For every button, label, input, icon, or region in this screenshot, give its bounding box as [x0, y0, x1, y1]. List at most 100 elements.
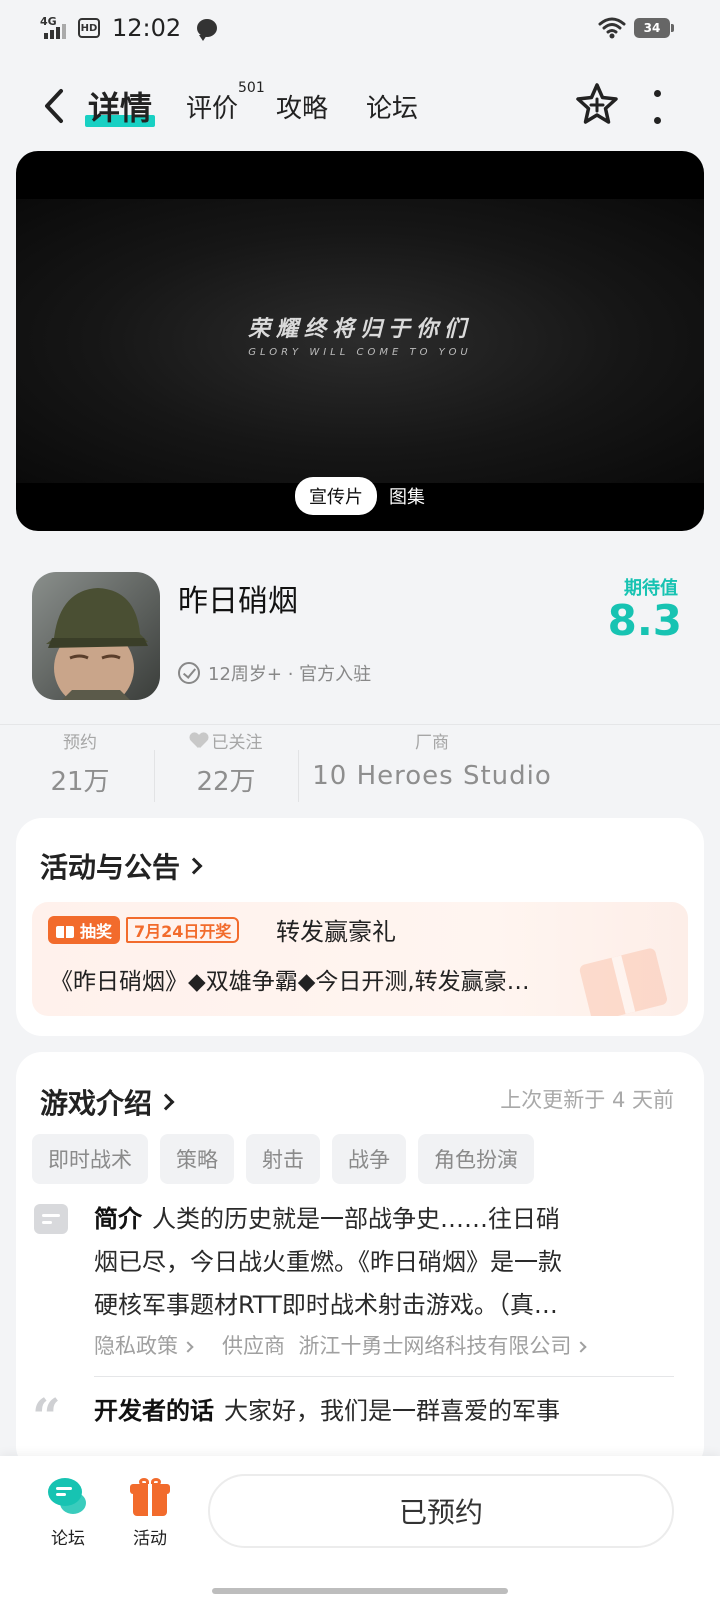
- video-slogan: 荣耀终将归于你们: [247, 317, 472, 342]
- status-left: 4G HD 12:02: [40, 14, 218, 42]
- announcement-headline: 转发赢豪礼: [276, 918, 396, 946]
- bottom-action-bar: 论坛 活动 已预约: [0, 1456, 720, 1600]
- info-links: 隐私政策 供应商 浙江十勇士网络科技有限公司: [94, 1330, 588, 1360]
- activity-button[interactable]: 活动: [120, 1478, 180, 1549]
- tag-chip[interactable]: 角色扮演: [418, 1134, 534, 1184]
- tab-guides[interactable]: 攻略: [276, 88, 328, 125]
- app-meta: 12周岁+ · 官方入驻: [178, 660, 371, 686]
- divider: [94, 1376, 674, 1377]
- lottery-badge: 抽奖 7月24日开奖: [48, 916, 240, 944]
- gift-decoration-icon: [574, 928, 669, 1016]
- tag-chip[interactable]: 战争: [332, 1134, 406, 1184]
- gift-icon: [130, 1478, 170, 1516]
- more-options-button[interactable]: [650, 90, 664, 124]
- video-slogan-en: GLORY WILL COME TO YOU: [248, 347, 472, 358]
- wifi-icon: [598, 17, 626, 39]
- chevron-right-icon: [575, 1341, 588, 1353]
- stat-follow: 已关注 22万: [176, 728, 276, 798]
- stat-vendor-label: 厂商: [415, 733, 449, 753]
- message-icon: [197, 19, 218, 41]
- developer-words-text: 大家好，我们是一群喜爱的军事: [224, 1397, 560, 1425]
- privacy-policy-link[interactable]: 隐私政策: [94, 1330, 194, 1360]
- intro-summary[interactable]: 简介 人类的历史就是一部战争史……往日硝 烟已尽，今日战火重燃。《昨日硝烟》是一款…: [94, 1198, 666, 1327]
- stat-follow-label-text: 已关注: [211, 733, 263, 753]
- app-meta-text: 12周岁+ · 官方入驻: [208, 664, 372, 685]
- tag-chip[interactable]: 策略: [160, 1134, 234, 1184]
- verified-icon: [178, 662, 200, 684]
- supplier-link[interactable]: 供应商 浙江十勇士网络科技有限公司: [222, 1330, 588, 1360]
- stat-vendor[interactable]: 厂商 10 Heroes Studio: [312, 728, 552, 791]
- battery-icon: 34: [634, 18, 674, 38]
- announcement-item[interactable]: 抽奖 7月24日开奖 转发赢豪礼 《昨日硝烟》◆双雄争霸◆今日开测,转发赢豪…: [32, 902, 688, 1016]
- top-nav: 详情 评价 501 攻略 论坛: [0, 70, 720, 142]
- supplier-label: 供应商: [222, 1334, 285, 1358]
- app-info: 昨日硝烟 12周岁+ · 官方入驻 期待值 8.3: [0, 556, 720, 706]
- summary-line: 人类的历史就是一部战争史……往日硝: [152, 1205, 560, 1233]
- activity-label: 活动: [133, 1529, 167, 1549]
- app-name: 昨日硝烟: [178, 584, 298, 619]
- stat-divider: [298, 750, 299, 802]
- summary-line: 烟已尽，今日战火重燃。《昨日硝烟》是一款: [94, 1248, 562, 1276]
- stat-follow-label: 已关注: [176, 728, 276, 753]
- intro-title[interactable]: 游戏介绍: [40, 1082, 175, 1122]
- reserved-button[interactable]: 已预约: [208, 1474, 674, 1548]
- developer-words-label: 开发者的话: [94, 1397, 214, 1425]
- stat-reserve-label: 预约: [63, 733, 97, 753]
- tab-guides-label: 攻略: [276, 94, 329, 124]
- quote-icon: “: [32, 1387, 61, 1446]
- tab-reviews[interactable]: 评价: [186, 88, 238, 125]
- home-indicator[interactable]: [212, 1588, 508, 1594]
- forum-button[interactable]: 论坛: [38, 1478, 98, 1549]
- favorite-button[interactable]: [574, 82, 622, 130]
- signal-icon: 4G: [40, 15, 70, 41]
- summary-line: 硬核军事题材RTT即时战术射击游戏。（真…: [94, 1291, 558, 1319]
- summary-label: 简介: [94, 1205, 142, 1233]
- status-bar: 4G HD 12:02 34: [0, 0, 720, 60]
- clock: 12:02: [112, 14, 182, 42]
- supplier-name: 浙江十勇士网络科技有限公司: [298, 1334, 572, 1358]
- media-tab-trailer[interactable]: 宣传片: [295, 477, 377, 515]
- stat-follow-value: 22万: [196, 767, 256, 797]
- tab-details-label: 详情: [88, 89, 153, 127]
- status-right: 34: [598, 17, 674, 39]
- chevron-right-icon: [185, 857, 203, 875]
- tag-chip[interactable]: 即时战术: [32, 1134, 148, 1184]
- media-tab-gallery[interactable]: 图集: [389, 483, 425, 509]
- stat-reserve-value: 21万: [50, 767, 110, 797]
- chevron-right-icon: [157, 1093, 175, 1111]
- stat-divider: [154, 750, 155, 802]
- chevron-right-icon: [182, 1341, 194, 1353]
- developer-words[interactable]: 开发者的话 大家好，我们是一群喜爱的军事: [94, 1390, 560, 1433]
- hero-video[interactable]: 荣耀终将归于你们 GLORY WILL COME TO YOU 宣传片 图集: [16, 151, 704, 531]
- stats-row: 预约 21万 已关注 22万 厂商 10 Heroes Studio: [0, 728, 720, 808]
- document-icon: [34, 1204, 68, 1234]
- heart-icon: [190, 733, 208, 749]
- divider: [0, 724, 720, 725]
- stat-vendor-value: 10 Heroes Studio: [312, 761, 552, 791]
- activity-title[interactable]: 活动与公告: [40, 846, 203, 886]
- tab-forum-label: 论坛: [366, 94, 419, 124]
- tab-forum[interactable]: 论坛: [366, 88, 418, 125]
- announcement-body: 《昨日硝烟》◆双雄争霸◆今日开测,转发赢豪…: [50, 969, 530, 995]
- expectation-score: 8.3: [607, 596, 682, 645]
- activity-title-text: 活动与公告: [40, 851, 181, 884]
- forum-label: 论坛: [51, 1529, 85, 1549]
- tab-reviews-label: 评价: [186, 94, 239, 124]
- update-note: 上次更新于 4 天前: [500, 1088, 674, 1112]
- reviews-count-badge: 501: [238, 80, 265, 96]
- lottery-tag-text: 抽奖: [80, 922, 113, 941]
- tab-details[interactable]: 详情: [85, 83, 156, 129]
- media-tabs: 宣传片 图集: [16, 477, 704, 515]
- app-icon: [32, 572, 160, 700]
- star-add-icon: [576, 83, 618, 124]
- privacy-policy-text: 隐私政策: [94, 1334, 178, 1358]
- intro-title-text: 游戏介绍: [40, 1087, 153, 1120]
- back-button[interactable]: [36, 86, 72, 126]
- lottery-tag: 抽奖: [48, 916, 121, 944]
- tag-chip[interactable]: 射击: [246, 1134, 320, 1184]
- lottery-date: 7月24日开奖: [126, 917, 240, 943]
- tag-list: 即时战术 策略 射击 战争 角色扮演: [32, 1134, 534, 1184]
- stat-reserve: 预约 21万: [40, 728, 120, 798]
- hd-icon: HD: [78, 18, 100, 38]
- activity-card: 活动与公告 抽奖 7月24日开奖 转发赢豪礼 《昨日硝烟》◆双雄争霸◆今日开测,…: [16, 818, 704, 1036]
